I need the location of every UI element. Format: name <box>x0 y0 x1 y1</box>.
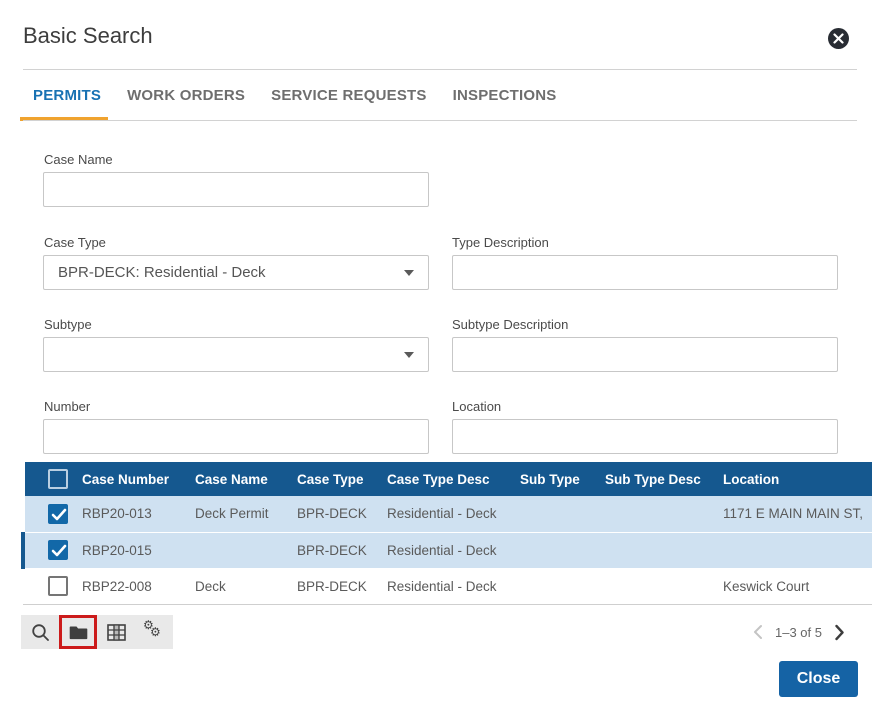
cell-case-type: BPR-DECK <box>290 496 380 532</box>
cell-case-type-desc: Residential - Deck <box>380 532 513 568</box>
select-all-checkbox[interactable] <box>48 469 68 489</box>
folder-icon <box>69 624 88 640</box>
tab-permits[interactable]: PERMITS <box>33 87 101 104</box>
chevron-left-icon <box>753 624 763 640</box>
chevron-down-icon <box>404 352 414 358</box>
column-header-case-type-desc: Case Type Desc <box>380 462 513 496</box>
cell-sub-type-desc <box>598 568 716 604</box>
subtype-description-label: Subtype Description <box>452 317 568 332</box>
next-page-button[interactable] <box>834 624 845 641</box>
page-range-label: 1–3 of 5 <box>775 625 822 640</box>
table-header-row: Case Number Case Name Case Type Case Typ… <box>25 462 872 496</box>
table-row[interactable]: RBP22-008 Deck BPR-DECK Residential - De… <box>25 568 872 604</box>
cell-case-name <box>188 532 290 568</box>
row-checkbox[interactable] <box>48 504 68 524</box>
chevron-right-icon <box>834 624 845 641</box>
column-header-sub-type-desc: Sub Type Desc <box>598 462 716 496</box>
type-description-label: Type Description <box>452 235 549 250</box>
close-icon[interactable] <box>828 28 849 49</box>
cell-case-name: Deck <box>188 568 290 604</box>
folder-button[interactable] <box>59 615 97 649</box>
number-input[interactable] <box>43 419 429 454</box>
column-header-case-name: Case Name <box>188 462 290 496</box>
column-header-case-number: Case Number <box>75 462 188 496</box>
case-name-input[interactable] <box>43 172 429 207</box>
table-bottom-divider <box>23 604 872 605</box>
header-divider <box>23 69 857 70</box>
row-checkbox[interactable] <box>48 540 68 560</box>
cell-case-type-desc: Residential - Deck <box>380 496 513 532</box>
subtype-select[interactable] <box>43 337 429 372</box>
row-checkbox[interactable] <box>48 576 68 596</box>
dialog-title: Basic Search <box>23 23 153 49</box>
x-glyph <box>833 33 844 44</box>
column-header-location: Location <box>716 462 872 496</box>
previous-page-button[interactable] <box>753 624 763 640</box>
cell-location <box>716 532 872 568</box>
table-toolbar: ⚙ ⚙ <box>21 615 173 649</box>
tab-bar: PERMITS WORK ORDERS SERVICE REQUESTS INS… <box>33 87 556 104</box>
tab-service-requests[interactable]: SERVICE REQUESTS <box>271 87 426 104</box>
cell-case-type: BPR-DECK <box>290 532 380 568</box>
cell-case-number: RBP20-015 <box>75 532 188 568</box>
case-type-value: BPR-DECK: Residential - Deck <box>58 264 266 281</box>
location-input[interactable] <box>452 419 838 454</box>
subtype-description-input[interactable] <box>452 337 838 372</box>
column-header-case-type: Case Type <box>290 462 380 496</box>
close-button[interactable]: Close <box>779 661 858 697</box>
chevron-down-icon <box>404 270 414 276</box>
grid-icon <box>107 624 126 641</box>
cell-sub-type <box>513 496 598 532</box>
cell-sub-type <box>513 568 598 604</box>
search-icon <box>31 623 50 642</box>
cell-case-type: BPR-DECK <box>290 568 380 604</box>
table-row[interactable]: RBP20-013 Deck Permit BPR-DECK Residenti… <box>25 496 872 532</box>
tabs-divider <box>23 120 857 121</box>
case-type-select[interactable]: BPR-DECK: Residential - Deck <box>43 255 429 290</box>
cell-case-name: Deck Permit <box>188 496 290 532</box>
actions-button[interactable]: ⚙ ⚙ <box>135 615 173 649</box>
cell-sub-type-desc <box>598 496 716 532</box>
cell-sub-type <box>513 532 598 568</box>
search-button[interactable] <box>21 615 59 649</box>
gears-icon: ⚙ ⚙ <box>143 621 165 643</box>
cell-case-number: RBP20-013 <box>75 496 188 532</box>
case-name-label: Case Name <box>44 152 113 167</box>
table-row[interactable]: RBP20-015 BPR-DECK Residential - Deck <box>25 532 872 568</box>
column-header-sub-type: Sub Type <box>513 462 598 496</box>
focused-row-indicator <box>21 532 25 569</box>
cell-location: Keswick Court <box>716 568 872 604</box>
cell-case-number: RBP22-008 <box>75 568 188 604</box>
type-description-input[interactable] <box>452 255 838 290</box>
grid-view-button[interactable] <box>97 615 135 649</box>
case-type-label: Case Type <box>44 235 106 250</box>
cell-sub-type-desc <box>598 532 716 568</box>
number-label: Number <box>44 399 90 414</box>
location-label: Location <box>452 399 501 414</box>
cell-case-type-desc: Residential - Deck <box>380 568 513 604</box>
pagination: 1–3 of 5 <box>753 621 845 643</box>
subtype-label: Subtype <box>44 317 92 332</box>
results-table: Case Number Case Name Case Type Case Typ… <box>25 462 872 604</box>
tab-work-orders[interactable]: WORK ORDERS <box>127 87 245 104</box>
tab-inspections[interactable]: INSPECTIONS <box>453 87 557 104</box>
cell-location: 1171 E MAIN MAIN ST, <box>716 496 872 532</box>
